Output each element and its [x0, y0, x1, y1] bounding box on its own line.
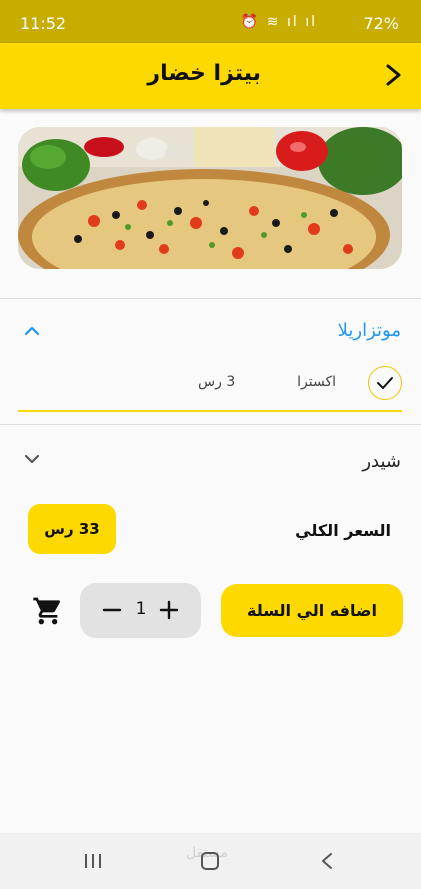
chevron-down-icon[interactable]	[22, 452, 42, 466]
section-divider	[0, 298, 421, 299]
total-price-value: 33 رس	[44, 520, 100, 538]
mozzarella-section-title[interactable]: موتزاريلا	[338, 320, 401, 341]
shopping-cart-icon[interactable]	[32, 595, 64, 627]
extra-option-row[interactable]: اكسترا 3 رس	[18, 366, 402, 412]
option-price: 3 رس	[198, 374, 236, 390]
option-name: اكسترا	[297, 374, 336, 390]
battery-level: 72%	[363, 14, 399, 33]
minus-icon[interactable]	[102, 600, 122, 620]
page-title: بيتزا خضار	[147, 61, 261, 86]
status-time: 11:52	[20, 14, 67, 33]
navigation-bar: مستقل	[0, 833, 421, 889]
pizza-image	[18, 127, 402, 269]
status-bar: 11:52 ⏰ ≋ ıl ıl 72%	[0, 0, 421, 43]
total-price-badge: 33 رس	[28, 504, 116, 554]
section-divider	[0, 424, 421, 425]
home-icon[interactable]	[200, 851, 220, 871]
total-price-label: السعر الكلي	[295, 521, 391, 540]
app-bar: بيتزا خضار	[0, 43, 421, 109]
cheddar-section-title[interactable]: شيدر	[362, 451, 401, 472]
chevron-up-icon[interactable]	[22, 324, 42, 338]
quantity-value: 1	[135, 599, 147, 619]
back-icon[interactable]	[320, 852, 334, 870]
recent-apps-icon[interactable]	[84, 853, 102, 869]
status-icons: ⏰ ≋ ıl ıl	[240, 14, 317, 30]
chevron-right-icon[interactable]	[381, 61, 407, 89]
add-to-cart-button[interactable]: اضافه الي السلة	[221, 584, 403, 637]
checkmark-icon[interactable]	[368, 366, 402, 400]
quantity-stepper: 1	[80, 583, 201, 638]
plus-icon[interactable]	[159, 600, 179, 620]
